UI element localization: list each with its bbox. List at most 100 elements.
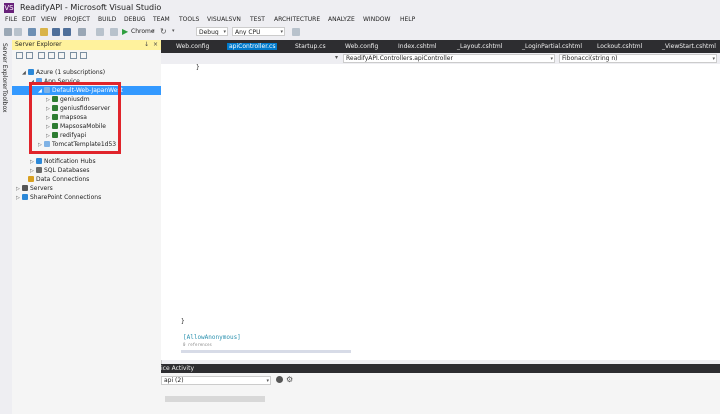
tab-lockout[interactable]: Lockout.cshtml: [597, 43, 642, 50]
connect-sharepoint-icon[interactable]: [58, 52, 65, 59]
code-editor[interactable]: } } [AllowAnonymous] 0 references: [161, 64, 720, 360]
chevron-down-icon: ▾: [280, 29, 283, 35]
tab-login-partial[interactable]: _LoginPartial.cshtml: [522, 43, 582, 50]
configuration-value: Debug: [199, 29, 219, 36]
menu-help[interactable]: HELP: [400, 16, 415, 23]
stop-icon[interactable]: [26, 52, 33, 59]
tree-item-label: Data Connections: [36, 176, 90, 183]
tree-item-label: Servers: [30, 185, 53, 192]
database-icon: [36, 167, 42, 173]
menu-bar: FILE EDIT VIEW PROJECT BUILD DEBUG TEAM …: [0, 15, 720, 26]
notification-hub-icon: [36, 158, 42, 164]
menu-window[interactable]: WINDOW: [363, 16, 390, 23]
chevron-down-icon: ▾: [550, 56, 553, 62]
menu-file[interactable]: FILE: [5, 16, 17, 23]
menu-project[interactable]: PROJECT: [64, 16, 90, 23]
toolbar-misc-icon[interactable]: [292, 28, 300, 36]
settings-icon[interactable]: ⚙: [286, 375, 293, 384]
menu-edit[interactable]: EDIT: [22, 16, 36, 23]
platform-select[interactable]: Any CPU ▾: [232, 27, 285, 36]
menu-view[interactable]: VIEW: [41, 16, 57, 23]
connect-database-icon[interactable]: [38, 52, 45, 59]
chevron-down-icon[interactable]: ▾: [335, 54, 338, 61]
cloud-icon[interactable]: [80, 52, 87, 59]
tab-viewstart[interactable]: _ViewStart.cshtml: [662, 43, 716, 50]
redo-dropdown-icon[interactable]: [110, 28, 118, 36]
tree-item-sql-databases[interactable]: ▷ SQL Databases: [30, 166, 90, 175]
member-navigation-select[interactable]: Fibonacci(string n) ▾: [559, 54, 717, 63]
refresh-dropdown-icon[interactable]: ▾: [172, 28, 175, 34]
tab-web-config-2[interactable]: Web.config: [345, 43, 378, 50]
tree-item-sharepoint-connections[interactable]: ▷ SharePoint Connections: [16, 193, 101, 202]
window-title: ReadifyAPI - Microsoft Visual Studio: [20, 3, 162, 12]
browser-dropdown-icon[interactable]: ▾: [152, 28, 155, 34]
activity-source-select[interactable]: api (2) ▾: [161, 376, 271, 385]
redo-icon[interactable]: [96, 28, 104, 36]
menu-architecture[interactable]: ARCHITECTURE: [274, 16, 320, 23]
standard-toolbar: ▶ Chrome ▾ ↻ ▾ Debug ▾ Any CPU ▾: [0, 26, 720, 39]
forward-icon[interactable]: [14, 28, 22, 36]
tree-item-label: Notification Hubs: [44, 158, 96, 165]
tree-item-label: SQL Databases: [44, 167, 90, 174]
chevron-down-icon: ▾: [712, 56, 715, 62]
tab-web-config[interactable]: Web.config: [176, 43, 209, 50]
open-file-icon[interactable]: [40, 28, 48, 36]
undo-icon[interactable]: [78, 28, 86, 36]
menu-debug[interactable]: DEBUG: [124, 16, 146, 23]
server-explorer-side-tab[interactable]: Server Explorer: [1, 43, 8, 90]
class-navigation-select[interactable]: ReadifyAPI.Controllers.apiController ▾: [343, 54, 555, 63]
member-navigation-value: Fibonacci(string n): [562, 55, 618, 62]
back-icon[interactable]: [4, 28, 12, 36]
menu-visualsvn[interactable]: VISUALSVN: [207, 16, 241, 23]
menu-build[interactable]: BUILD: [98, 16, 116, 23]
tree-item-label: SharePoint Connections: [30, 194, 102, 201]
close-icon[interactable]: ×: [153, 41, 158, 48]
azure-icon: [28, 69, 34, 75]
tree-item-servers[interactable]: ▷ Servers: [16, 184, 53, 193]
data-connection-icon: [28, 176, 34, 182]
refresh-icon[interactable]: ↻: [160, 27, 167, 37]
tree-item-azure[interactable]: ◢ Azure (1 subscriptions): [22, 68, 105, 77]
code-lens-references[interactable]: 0 references: [183, 342, 212, 347]
connect-server-icon[interactable]: [48, 52, 55, 59]
sharepoint-icon: [22, 194, 28, 200]
server-explorer-panel: Server Explorer ↓ × ◢ Azure (1 subscripti…: [12, 40, 162, 414]
azure-icon[interactable]: [70, 52, 77, 59]
new-project-icon[interactable]: [28, 28, 36, 36]
server-explorer-header: Server Explorer ↓ ×: [12, 40, 161, 50]
class-navigation-value: ReadifyAPI.Controllers.apiController: [346, 55, 453, 62]
menu-test[interactable]: TEST: [250, 16, 265, 23]
server-icon: [22, 185, 28, 191]
activity-panel-title: ice Activity: [161, 365, 195, 372]
stop-icon[interactable]: [276, 376, 283, 383]
tab-startup[interactable]: Startup.cs: [295, 43, 326, 50]
tree-item-data-connections[interactable]: Data Connections: [22, 175, 89, 184]
browser-label[interactable]: Chrome: [131, 28, 155, 35]
document-tab-bar: Web.config apiController.cs Startup.cs W…: [161, 40, 720, 53]
save-all-icon[interactable]: [63, 28, 71, 36]
title-bar: VS ReadifyAPI - Microsoft Visual Studio: [0, 0, 720, 15]
code-closing-brace: }: [196, 64, 200, 71]
configuration-select[interactable]: Debug ▾: [196, 27, 228, 36]
tab-layout[interactable]: _Layout.cshtml: [457, 43, 502, 50]
activity-panel: api (2) ▾ ⚙: [161, 373, 720, 414]
save-icon[interactable]: [52, 28, 60, 36]
activity-source-value: api (2): [164, 377, 184, 384]
tab-index[interactable]: Index.cshtml: [398, 43, 437, 50]
pin-icon[interactable]: ↓: [144, 41, 149, 48]
code-attribute: [AllowAnonymous]: [183, 334, 241, 341]
play-icon[interactable]: ▶: [122, 27, 128, 37]
refresh-icon[interactable]: [16, 52, 23, 59]
tab-api-controller[interactable]: apiController.cs: [227, 43, 278, 50]
menu-team[interactable]: TEAM: [153, 16, 170, 23]
toolbox-side-tab[interactable]: Toolbox: [1, 90, 8, 113]
server-explorer-toolbar: [12, 50, 161, 61]
vs-logo-icon: VS: [4, 3, 14, 13]
menu-analyze[interactable]: ANALYZE: [328, 16, 355, 23]
platform-value: Any CPU: [235, 29, 261, 36]
activity-panel-header: ice Activity: [161, 364, 720, 373]
tree-item-label: Azure (1 subscriptions): [36, 69, 106, 76]
tree-item-notification-hubs[interactable]: ▷ Notification Hubs: [30, 157, 96, 166]
menu-tools[interactable]: TOOLS: [179, 16, 199, 23]
code-line-faded: [181, 350, 351, 353]
